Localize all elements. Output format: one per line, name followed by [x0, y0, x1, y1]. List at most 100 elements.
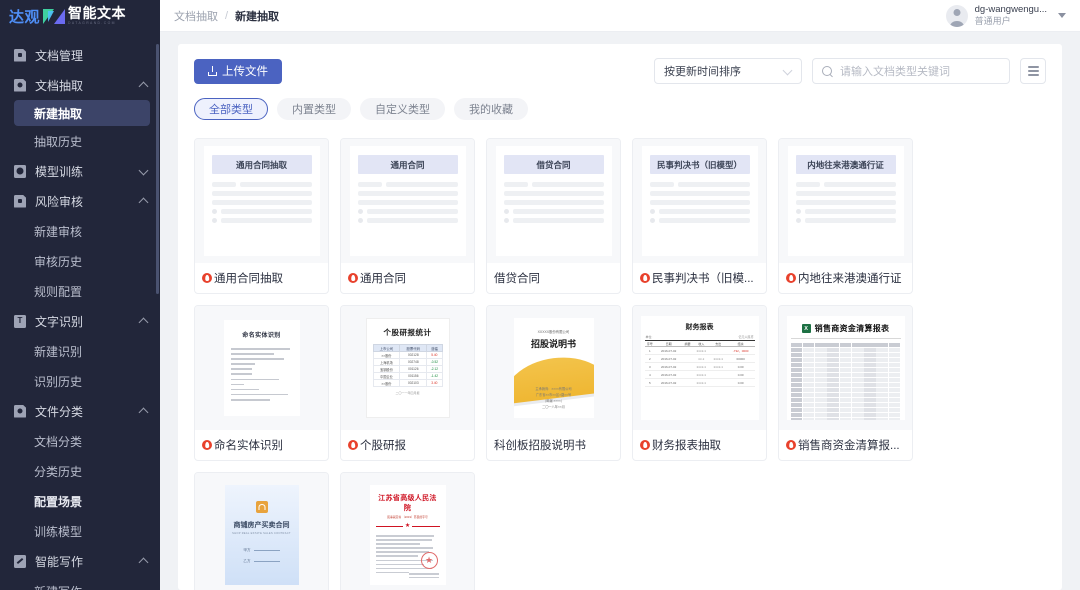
grid-cell — [851, 402, 864, 407]
filter-chip-内置类型[interactable]: 内置类型 — [277, 98, 351, 120]
sidebar-group-智能写作[interactable]: 智能写作 — [0, 546, 160, 576]
document-type-card[interactable]: 个股研报统计 上市公司 股票代码 涨幅 ××股份 002128 5.40 上海机场 002748… — [340, 305, 475, 461]
sidebar-group-label: 模型训练 — [35, 164, 84, 179]
sidebar-group-文字识别[interactable]: 文字识别 — [0, 306, 160, 336]
document-type-card[interactable]: 江苏省高级人民法院民事裁定书 （2019）苏民终字号★★裁判文书 — [340, 472, 475, 590]
sidebar-item-新建抽取[interactable]: 新建抽取 — [14, 100, 150, 126]
sidebar-group-文档抽取[interactable]: 文档抽取 — [0, 70, 160, 100]
grid-row — [790, 382, 901, 388]
document-type-card[interactable]: 通用合同抽取 通用合同抽取 — [194, 138, 329, 294]
grid-cell — [851, 362, 864, 368]
logo-text-cn: 达观 — [9, 8, 41, 26]
unit-label: 单位: — [645, 335, 653, 339]
table-row: 宝钢股份 001126 -2.12 — [372, 365, 443, 373]
document-type-card[interactable]: 商铺房产买卖合同 SHOP REAL ESTATE SALES CONTRACT 甲… — [194, 472, 329, 590]
grid-cell — [876, 397, 889, 403]
grid-cell — [827, 392, 840, 398]
table-cell: 3 — [644, 362, 656, 371]
avatar — [945, 4, 968, 27]
chevron-up-icon[interactable] — [139, 407, 148, 416]
upload-icon — [208, 66, 217, 76]
table-row: 3 2016-07-02 ××××.× ××××.× 0.00 — [644, 362, 755, 371]
upload-file-button[interactable]: 上传文件 — [194, 58, 282, 84]
filter-chip-自定义类型[interactable]: 自定义类型 — [360, 98, 445, 120]
sidebar-group-label: 文件分类 — [35, 404, 84, 419]
breadcrumb-separator: / — [225, 9, 229, 22]
sort-select-value: 按更新时间排序 — [664, 66, 741, 78]
grid-cell — [802, 357, 815, 363]
table-cell: ××××.× — [692, 378, 710, 387]
document-type-card[interactable]: XXXXX股份有限公司 招股说明书 主承销商：××××有限公司 广东省××市××区×路… — [486, 305, 621, 461]
sidebar-item-新建审核[interactable]: 新建审核 — [0, 216, 160, 246]
sidebar-item-识别历史[interactable]: 识别历史 — [0, 366, 160, 396]
chevron-up-icon[interactable] — [139, 81, 148, 90]
sidebar-item-审核历史[interactable]: 审核历史 — [0, 246, 160, 276]
document-type-card[interactable]: 借贷合同 借贷合同 — [486, 138, 621, 294]
grid-cell — [827, 417, 840, 420]
chevron-up-icon[interactable] — [139, 197, 148, 206]
filter-chip-我的收藏[interactable]: 我的收藏 — [454, 98, 528, 120]
chevron-up-icon[interactable] — [139, 557, 148, 566]
hot-badge-icon — [640, 273, 650, 283]
table-cell — [709, 346, 727, 355]
grid-cell — [876, 387, 889, 393]
grid-row — [790, 343, 901, 348]
sidebar-group-文件分类[interactable]: 文件分类 — [0, 396, 160, 426]
grid-cell — [802, 372, 815, 378]
sort-select[interactable]: 按更新时间排序 — [654, 58, 802, 84]
user-menu[interactable]: dg-wangwengu... 普通用户 — [945, 4, 1066, 27]
sidebar-item-新建写作[interactable]: 新建写作 — [0, 576, 160, 590]
sidebar-item-新建识别[interactable]: 新建识别 — [0, 336, 160, 366]
breadcrumb-parent[interactable]: 文档抽取 — [174, 8, 218, 24]
card-footer: 销售商资金清算报... — [779, 430, 912, 460]
sidebar-item-规则配置[interactable]: 规则配置 — [0, 276, 160, 306]
grid-cell — [815, 412, 827, 417]
card-thumbnail: XXXXX股份有限公司 招股说明书 主承销商：××××有限公司 广东省××市××区×路… — [487, 306, 620, 430]
grid-cell — [802, 417, 815, 420]
table-cell: ××××.× — [692, 346, 710, 355]
sidebar-group-模型训练[interactable]: 模型训练 — [0, 156, 160, 186]
preview-placeholder-lines — [357, 182, 458, 223]
card-footer: 通用合同抽取 — [195, 263, 328, 293]
sidebar-item-文档分类[interactable]: 文档分类 — [0, 426, 160, 456]
grid-cell — [876, 347, 889, 353]
sidebar-scrollbar[interactable] — [156, 44, 159, 294]
grid-cell — [888, 372, 901, 378]
document-type-card[interactable]: 民事判决书（旧模型） 民事判决书（旧模... — [632, 138, 767, 294]
filter-chip-全部类型[interactable]: 全部类型 — [194, 98, 268, 120]
list-view-toggle[interactable] — [1020, 58, 1046, 84]
card-thumbnail: 商铺房产买卖合同 SHOP REAL ESTATE SALES CONTRACT 甲… — [195, 473, 328, 590]
app-logo[interactable]: 达观 智能文本 DATAGRAND.COM — [0, 0, 160, 32]
table-cell: 5.40 — [426, 351, 443, 359]
sidebar-group-风险审核[interactable]: 风险审核 — [0, 186, 160, 216]
preview-placeholder-lines — [649, 182, 750, 223]
chevron-up-icon[interactable] — [139, 317, 148, 326]
sidebar-item-抽取历史[interactable]: 抽取历史 — [0, 126, 160, 156]
document-type-card[interactable]: 通用合同 通用合同 — [340, 138, 475, 294]
document-type-card[interactable]: 内地往来港澳通行证 内地往来港澳通行证 — [778, 138, 913, 294]
grid-cell — [851, 343, 864, 348]
grid-cell — [864, 402, 876, 407]
search-input[interactable]: 请输入文档类型关键词 — [812, 58, 1010, 84]
sidebar-item-训练模型[interactable]: 训练模型 — [0, 516, 160, 546]
document-type-card[interactable]: 财务报表 单位: 亿元人民币 序号 日期 摘要 收入 支出 结余 1 2016-07-02 ××××.… — [632, 305, 767, 461]
app-root: 达观 智能文本 DATAGRAND.COM 文档管理 文档抽取 新建抽取 抽取历史 模型… — [0, 0, 1080, 590]
chevron-down-icon[interactable] — [139, 167, 148, 176]
table-cell: 0.00 — [726, 370, 755, 379]
document-type-card[interactable]: 命名实体识别 命名实体识别 — [194, 305, 329, 461]
grid-cell — [888, 343, 901, 348]
grid-cell — [888, 397, 901, 403]
document-type-card[interactable]: X 销售商资金清算报表 销售商资金清算报... — [778, 305, 913, 461]
sidebar-item-配置场景[interactable]: 配置场景 — [0, 486, 160, 516]
card-footer: 通用合同 — [341, 263, 474, 293]
sidebar-item-分类历史[interactable]: 分类历史 — [0, 456, 160, 486]
sidebar: 达观 智能文本 DATAGRAND.COM 文档管理 文档抽取 新建抽取 抽取历史模型… — [0, 0, 160, 590]
card-footer: 个股研报 — [341, 430, 474, 460]
sidebar-group-文档管理[interactable]: 文档管理 — [0, 40, 160, 70]
chevron-down-icon[interactable] — [1058, 13, 1066, 18]
grid-cell — [802, 382, 815, 388]
grid-cell — [888, 367, 901, 373]
excel-icon: X — [801, 324, 811, 333]
card-title: 通用合同 — [360, 273, 406, 285]
grid-cell — [827, 367, 840, 373]
